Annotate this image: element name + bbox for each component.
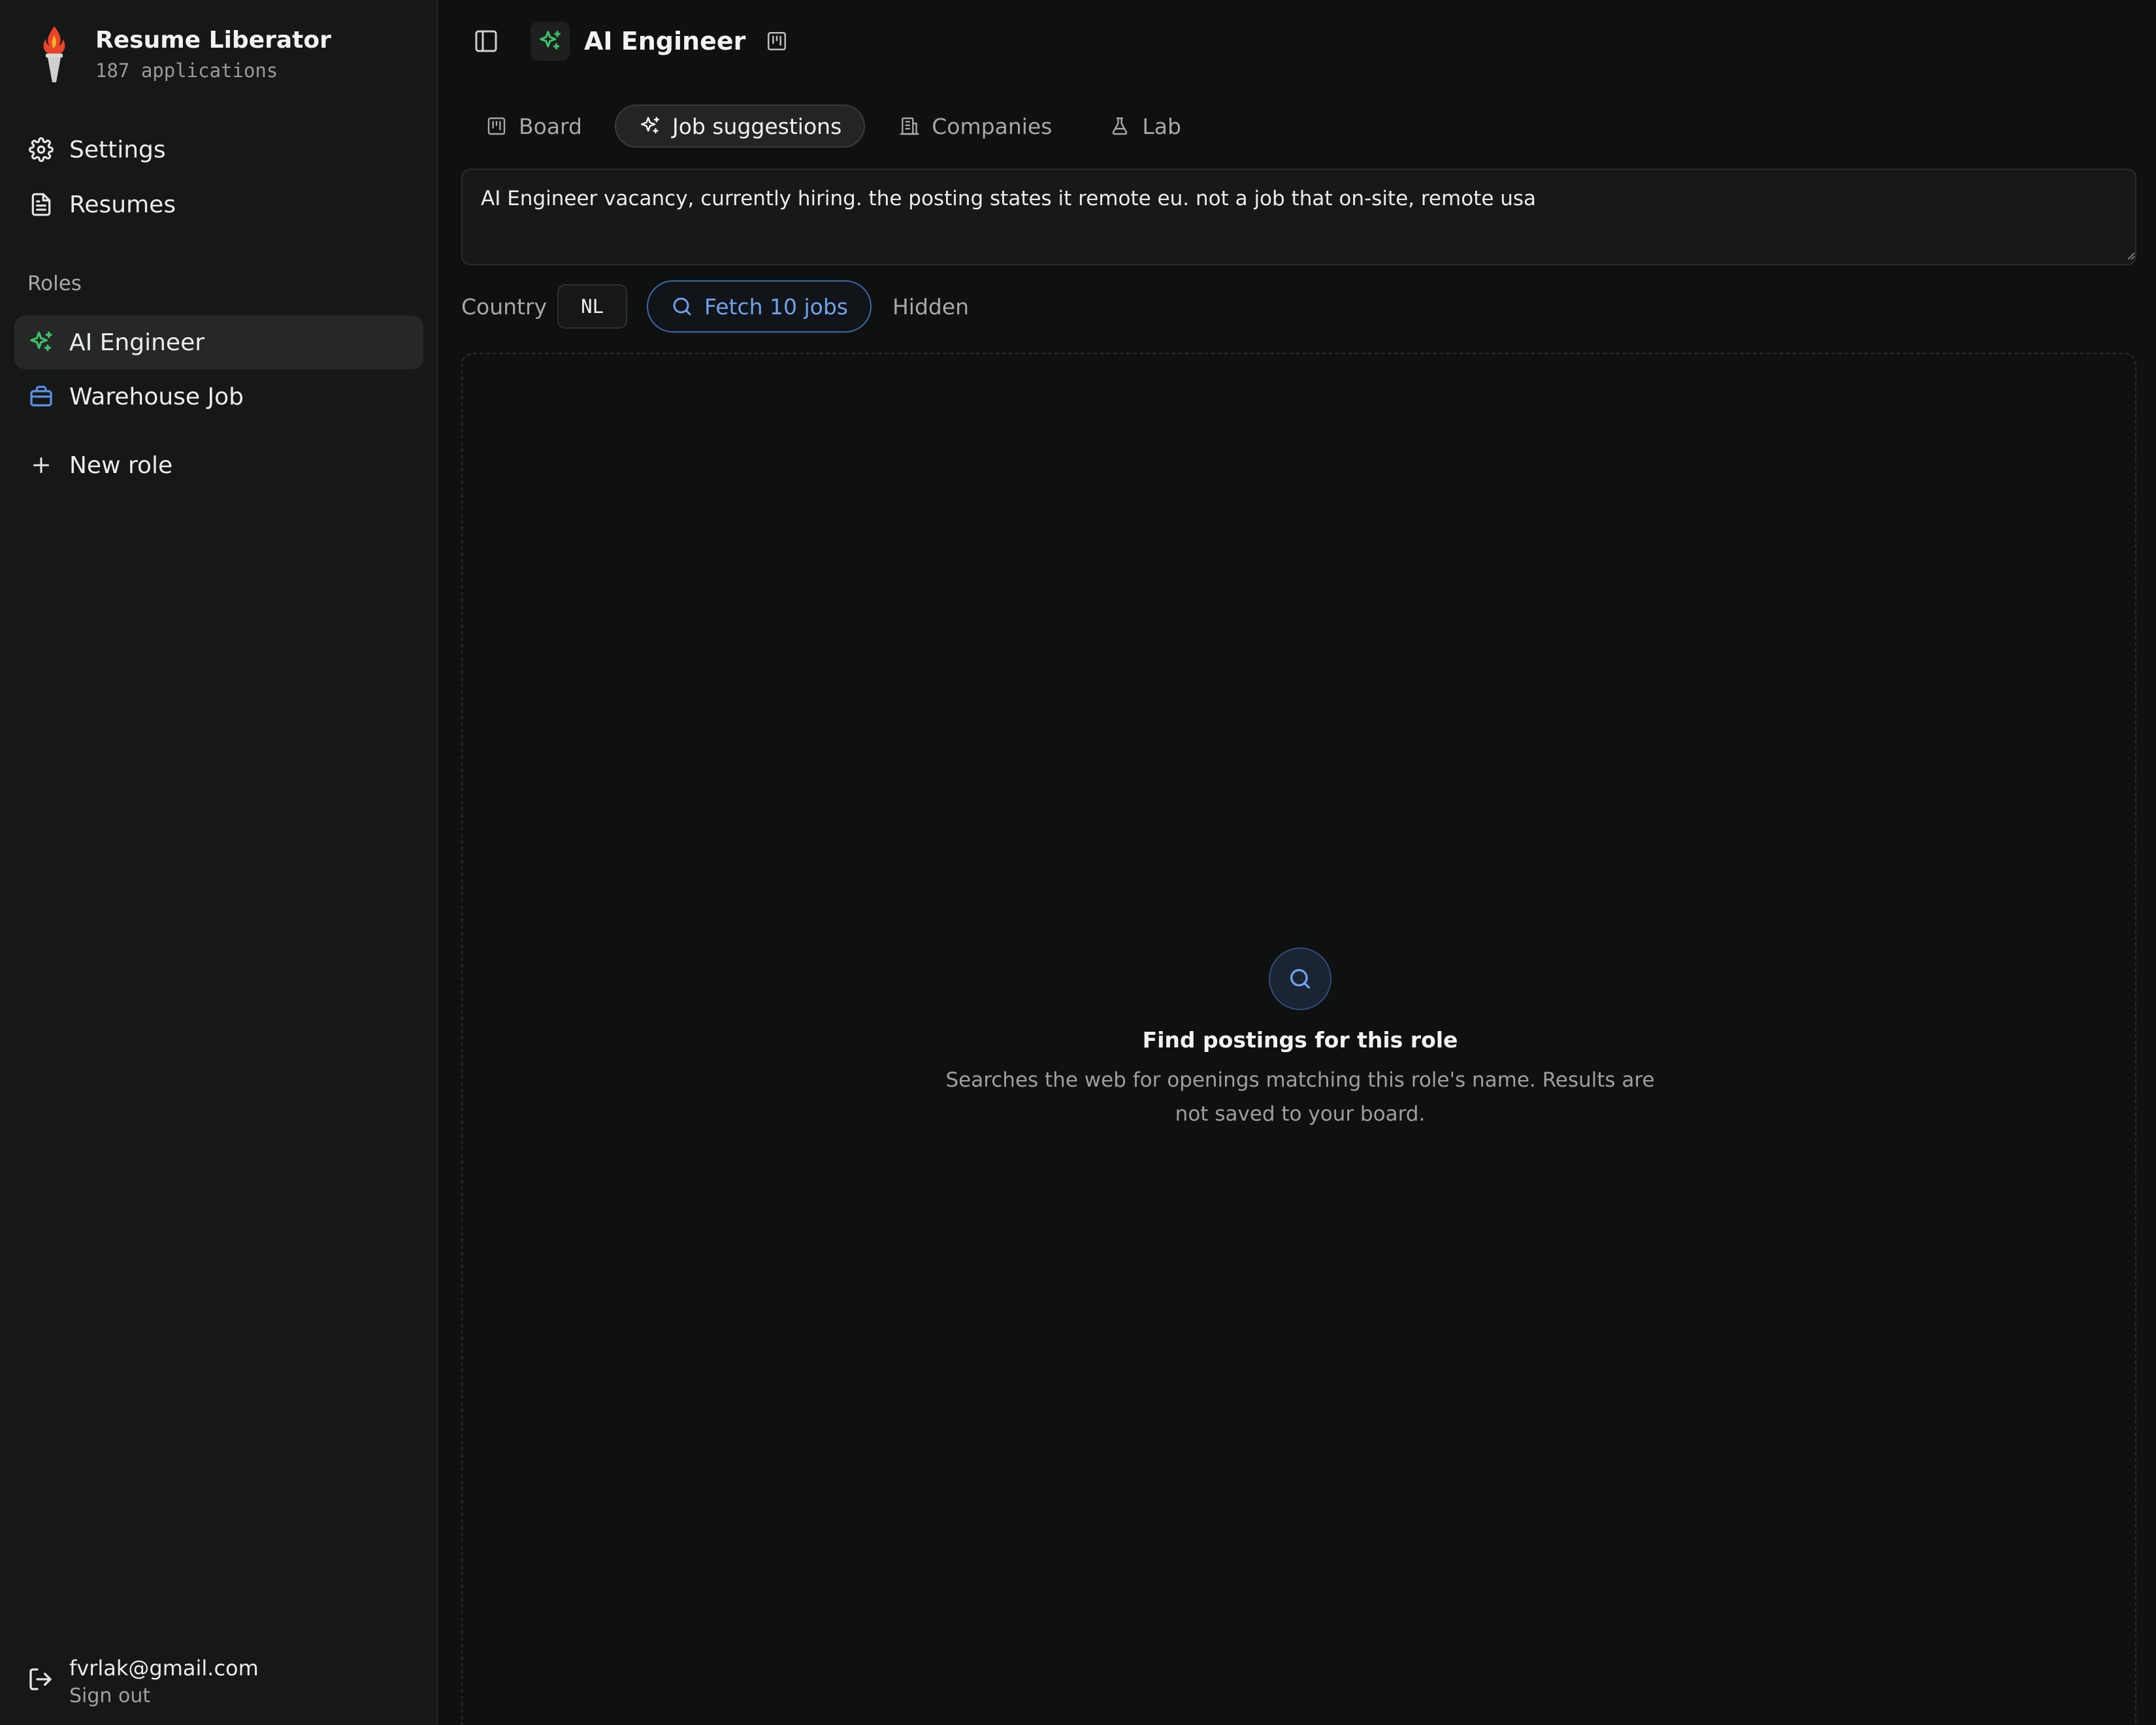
- roles-heading: Roles: [27, 272, 82, 295]
- app-title: Resume Liberator: [95, 27, 331, 54]
- sidebar-item-ai-engineer[interactable]: AI Engineer: [14, 316, 423, 369]
- sidebar-item-settings[interactable]: Settings: [14, 123, 423, 176]
- flask-icon: [1108, 114, 1132, 138]
- new-role-button[interactable]: New role: [14, 438, 423, 492]
- brand: Resume Liberator 187 applications: [30, 24, 331, 85]
- app-root: Resume Liberator 187 applications Settin…: [0, 0, 2156, 1725]
- empty-state: Find postings for this role Searches the…: [463, 947, 2138, 1131]
- role-search-prompt-input[interactable]: AI Engineer vacancy, currently hiring. t…: [461, 169, 2136, 265]
- tab-label: Job suggestions: [672, 113, 842, 139]
- sidebar-item-label: New role: [69, 452, 173, 479]
- briefcase-icon: [27, 383, 55, 410]
- page-title: AI Engineer: [584, 27, 746, 56]
- board-view-icon[interactable]: [759, 23, 795, 59]
- empty-state-description: Searches the web for openings matching t…: [945, 1068, 1655, 1126]
- search-controls: Country NL Fetch 10 jobs Hidden: [461, 280, 969, 333]
- account-email: fvrlak@gmail.com: [69, 1656, 259, 1681]
- sidebar-item-label: Resumes: [69, 191, 176, 218]
- search-icon: [1269, 947, 1331, 1010]
- results-panel: Find postings for this role Searches the…: [461, 353, 2136, 1725]
- sign-out-link[interactable]: Sign out: [69, 1683, 259, 1709]
- sidebar-item-resumes[interactable]: Resumes: [14, 178, 423, 231]
- tab-bar: Board Job suggestions Companies Lab: [461, 103, 1214, 149]
- tab-label: Lab: [1142, 113, 1181, 139]
- fetch-jobs-button[interactable]: Fetch 10 jobs: [647, 280, 872, 333]
- sign-out-icon[interactable]: [27, 1666, 56, 1695]
- search-icon: [673, 297, 691, 316]
- sidebar-item-label: Warehouse Job: [69, 383, 244, 410]
- sidebar: Resume Liberator 187 applications Settin…: [0, 0, 438, 1725]
- plus-icon: [27, 452, 55, 479]
- applications-count: 187 applications: [95, 59, 278, 82]
- torch-logo-icon: [43, 26, 65, 82]
- empty-state-title: Find postings for this role: [1142, 1027, 1458, 1053]
- tab-board[interactable]: Board: [461, 105, 606, 148]
- tab-companies[interactable]: Companies: [874, 105, 1075, 148]
- country-label: Country: [461, 293, 547, 320]
- account-text: fvrlak@gmail.com Sign out: [69, 1653, 259, 1709]
- gear-icon: [27, 136, 55, 163]
- account-section: fvrlak@gmail.com Sign out: [27, 1653, 259, 1709]
- tab-job-suggestions[interactable]: Job suggestions: [615, 105, 866, 148]
- role-sparkles-icon: [531, 22, 570, 61]
- sidebar-item-label: Settings: [69, 136, 166, 163]
- fetch-jobs-label: Fetch 10 jobs: [704, 293, 848, 320]
- sidebar-item-label: AI Engineer: [69, 329, 205, 356]
- sparkles-icon: [27, 329, 55, 356]
- sidebar-toggle-icon[interactable]: [468, 23, 504, 59]
- sparkles-icon: [638, 114, 662, 138]
- topbar: AI Engineer: [468, 18, 795, 64]
- board-icon: [485, 114, 508, 138]
- main-panel: AI Engineer Board Job suggestions Compan…: [438, 0, 2156, 1725]
- building-icon: [898, 114, 921, 138]
- country-select[interactable]: NL: [557, 284, 628, 329]
- hidden-toggle[interactable]: Hidden: [892, 294, 969, 320]
- tab-lab[interactable]: Lab: [1085, 105, 1205, 148]
- resize-grip-icon[interactable]: [2125, 250, 2135, 260]
- tab-label: Companies: [932, 113, 1053, 139]
- sidebar-item-warehouse-job[interactable]: Warehouse Job: [14, 370, 423, 423]
- tab-label: Board: [519, 113, 582, 139]
- brand-text: Resume Liberator 187 applications: [95, 24, 331, 84]
- document-icon: [27, 191, 55, 218]
